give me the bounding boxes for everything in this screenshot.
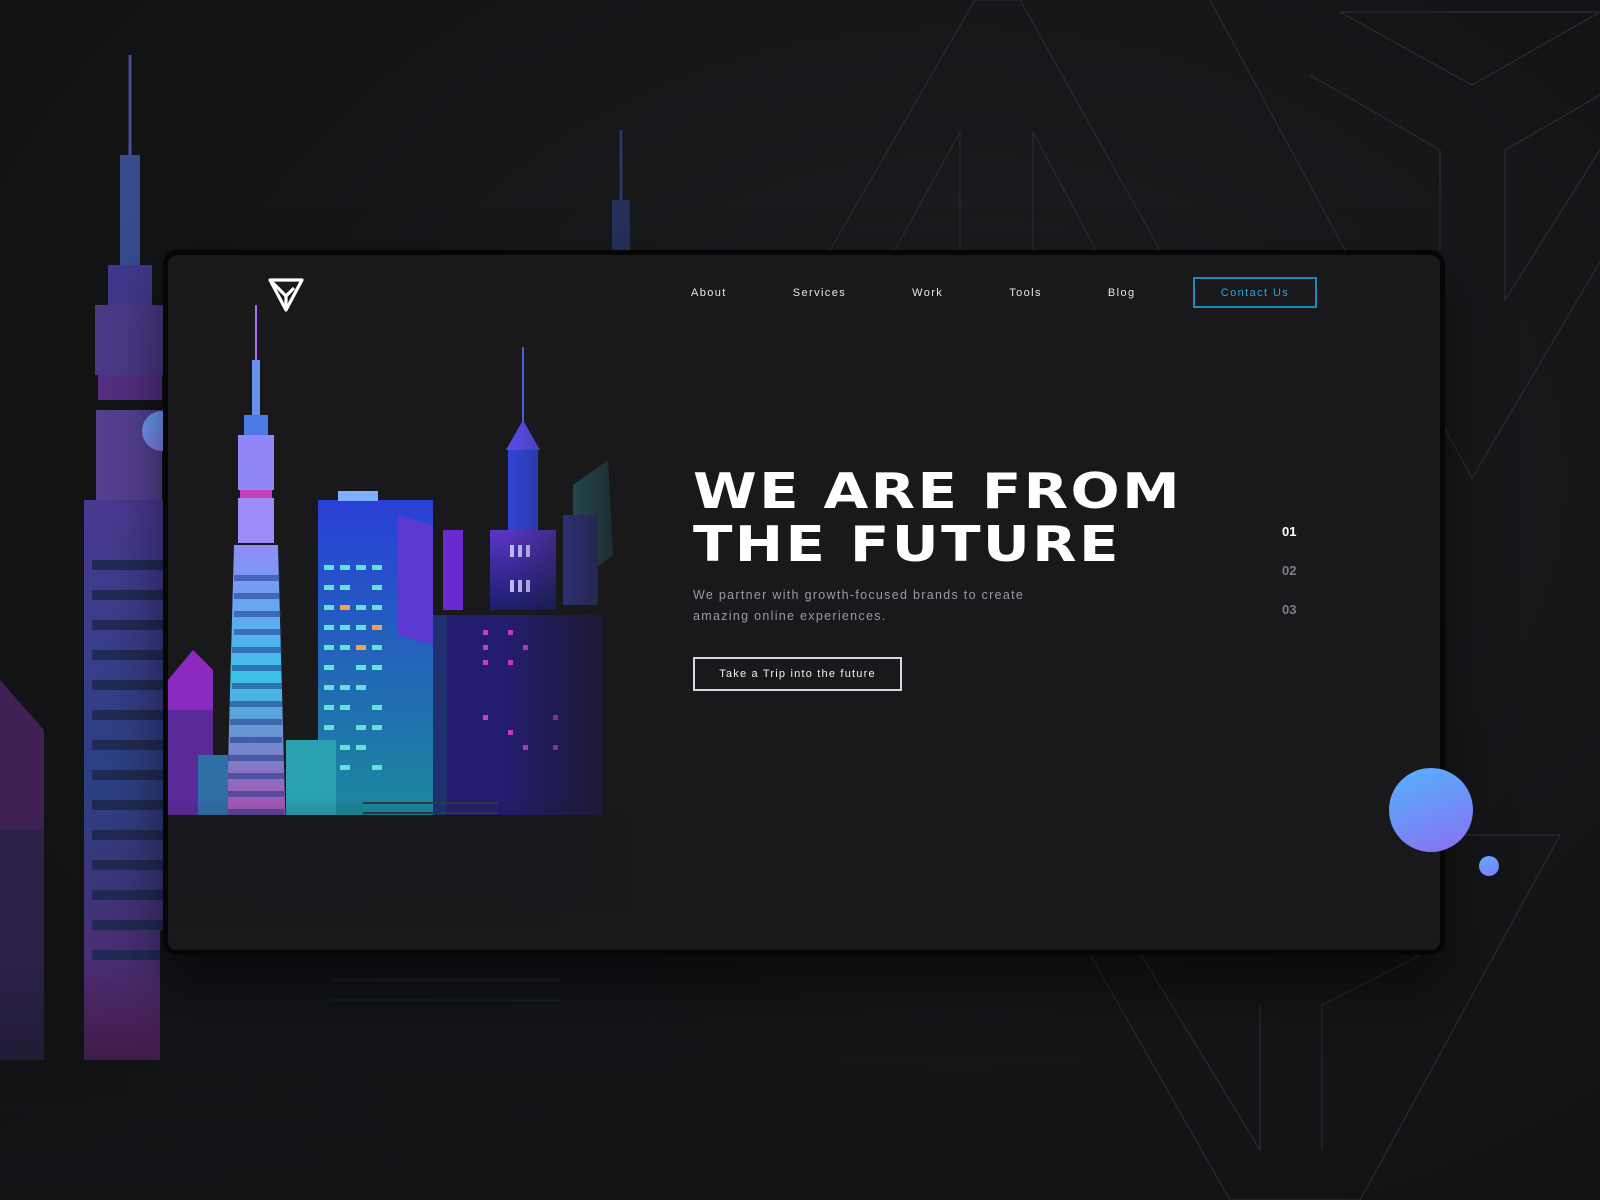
decorative-orb-tiny xyxy=(1479,856,1499,876)
decorative-orb-large xyxy=(1389,768,1473,852)
nav-about[interactable]: About xyxy=(691,287,727,299)
main-navigation: About Services Work Tools Blog xyxy=(691,287,1202,299)
hero-subtitle: We partner with growth-focused brands to… xyxy=(693,585,1093,627)
pager-item-01[interactable]: 01 xyxy=(1282,524,1296,563)
website-preview-card: About Services Work Tools Blog Contact U… xyxy=(163,250,1445,955)
contact-us-button[interactable]: Contact Us xyxy=(1193,277,1317,308)
pager-item-03[interactable]: 03 xyxy=(1282,602,1296,641)
hero-title: WE ARE FROM THE FUTURE xyxy=(693,465,1425,571)
take-a-trip-button[interactable]: Take a Trip into the future xyxy=(693,657,902,691)
city-skyline-illustration xyxy=(168,255,648,950)
triangle-logo-icon[interactable] xyxy=(268,278,304,312)
nav-tools[interactable]: Tools xyxy=(1009,287,1042,299)
nav-work[interactable]: Work xyxy=(912,287,943,299)
hero-title-line-1: WE ARE FROM xyxy=(693,463,1182,520)
hero-title-line-2: THE FUTURE xyxy=(693,516,1121,573)
hero-subtitle-line-1: We partner with growth-focused brands to… xyxy=(693,588,1025,602)
hero-subtitle-line-2: amazing online experiences. xyxy=(693,609,887,623)
pager-item-02[interactable]: 02 xyxy=(1282,563,1296,602)
nav-services[interactable]: Services xyxy=(793,287,846,299)
nav-blog[interactable]: Blog xyxy=(1108,287,1136,299)
slide-pager: 01 02 03 xyxy=(1282,524,1296,641)
